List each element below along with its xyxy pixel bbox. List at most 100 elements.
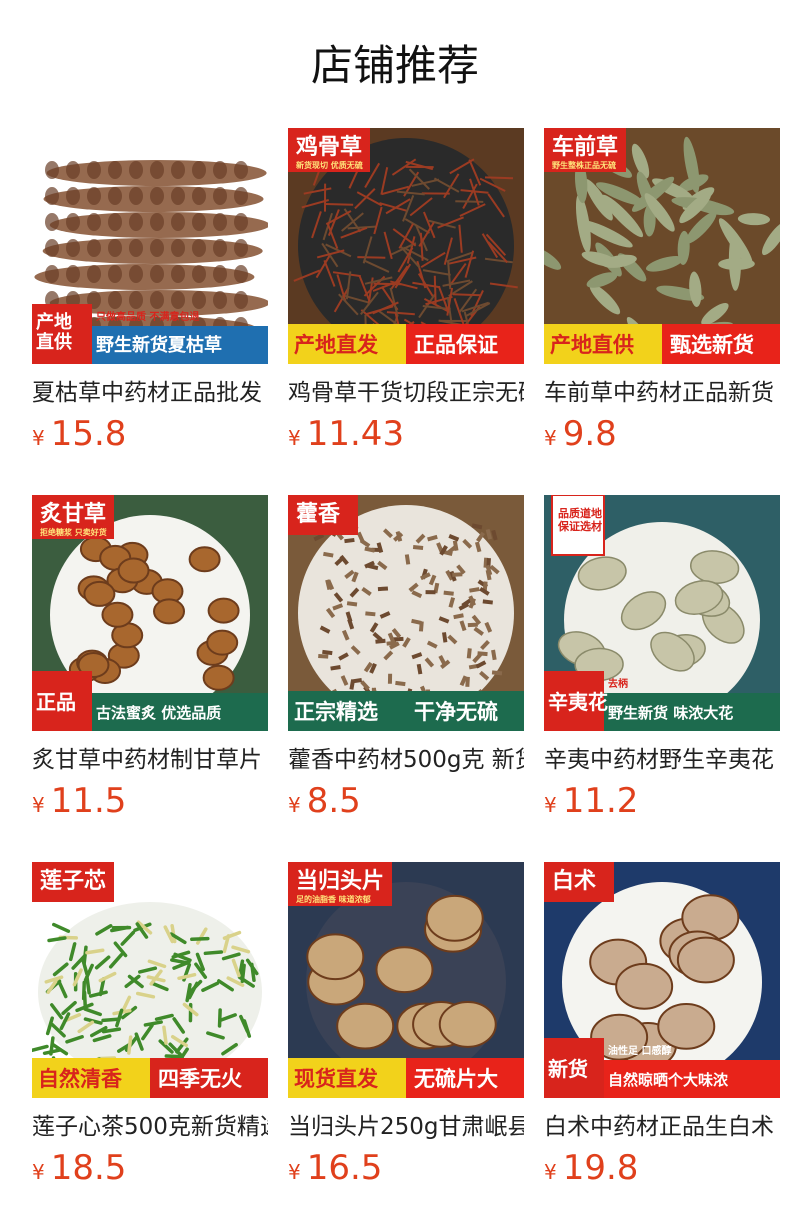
herb-scale <box>150 213 164 231</box>
herb-scale <box>192 161 206 179</box>
herb-piece <box>452 293 481 297</box>
herb-piece <box>395 530 403 542</box>
herb-piece <box>452 572 463 577</box>
banner-small-text: 只做高品质 不满意包退 <box>96 310 199 323</box>
product-card[interactable]: 鸡骨草 新货现切 优质无硫 产地直发 正品保证鸡骨草干货切段正宗无硫 ¥11.43 <box>288 128 524 495</box>
quality-tag-subtext: 道地选材 <box>580 506 602 533</box>
product-price: 9.8 <box>562 414 617 454</box>
product-image[interactable]: 品质保证 道地选材 辛夷花 去柄 野生新货 味浓大花 <box>544 495 780 731</box>
product-tag-text: 车前草 <box>552 134 618 160</box>
product-image[interactable]: 藿香 正宗精选 干净无硫 <box>288 495 524 731</box>
herb-scale <box>45 161 59 179</box>
herb-scale <box>171 291 185 309</box>
lotus-sprout <box>203 950 224 956</box>
product-card[interactable]: 炙甘草 拒绝糖浆 只卖好货 正品 古法蜜炙 优选品质 炙甘草中药材制甘草片 ¥11.5 <box>32 495 268 862</box>
herb-scale <box>87 265 101 283</box>
price-row: ¥15.8 <box>32 414 268 460</box>
herb-piece <box>376 542 384 553</box>
product-image[interactable]: 莲子芯 自然清香 四季无火 <box>32 862 268 1098</box>
product-image[interactable]: 白术 新货 油性足 口感醇 自然晾晒个大味浓 <box>544 862 780 1098</box>
product-name[interactable]: 白术中药材正品生白术 <box>544 1112 780 1142</box>
product-image[interactable]: 当归头片 足的油脂香 味道浓郁 现货直发 无硫片大 <box>288 862 524 1098</box>
product-image[interactable]: 产地直供 只做高品质 不满意包退野生新货夏枯草 <box>32 128 268 364</box>
product-card[interactable]: 白术 新货 油性足 口感醇 自然晾晒个大味浓 白术中药材正品生白术 ¥19.8 <box>544 862 780 1229</box>
herb-piece <box>323 551 334 558</box>
product-name[interactable]: 鸡骨草干货切段正宗无硫 <box>288 378 524 408</box>
product-card[interactable]: 莲子芯 自然清香 四季无火莲子心茶500克新货精选 ¥18.5 <box>32 862 268 1229</box>
badge-text: 正品 <box>36 690 76 714</box>
herb-piece <box>455 200 484 203</box>
product-card[interactable]: 当归头片 足的油脂香 味道浓郁 现货直发 无硫片大 当归头片250g甘肃岷县 ¥16.5 <box>288 862 524 1229</box>
herb-slice <box>117 557 150 584</box>
badge-text: 产地直供 <box>36 311 72 353</box>
herb-slice <box>336 1002 395 1050</box>
herb-scale <box>171 239 185 257</box>
lotus-sprout <box>85 948 105 955</box>
banner-text: 野生新货夏枯草 <box>96 334 222 356</box>
product-tag-subtext: 野生整株正品无硫 <box>552 160 616 170</box>
product-name[interactable]: 炙甘草中药材制甘草片 <box>32 745 268 775</box>
herb-piece <box>482 599 493 605</box>
product-tag-text: 莲子芯 <box>40 869 106 894</box>
herb-slice <box>153 598 186 625</box>
herb-piece <box>365 611 376 617</box>
herb-piece <box>325 202 354 206</box>
page-title: 店铺推荐 <box>310 41 479 90</box>
product-image[interactable]: 炙甘草 拒绝糖浆 只卖好货 正品 古法蜜炙 优选品质 <box>32 495 268 731</box>
product-name[interactable]: 藿香中药材500g克 新货 <box>288 745 524 775</box>
herb-scale <box>213 187 227 205</box>
herb-scale <box>45 239 59 257</box>
product-tag-text: 藿香 <box>296 502 340 527</box>
currency-symbol: ¥ <box>288 1160 301 1184</box>
product-name[interactable]: 车前草中药材正品新货 <box>544 378 780 408</box>
lotus-sprout <box>217 1008 222 1028</box>
price-row: ¥11.43 <box>288 414 524 460</box>
herb-scale <box>213 239 227 257</box>
price-row: ¥18.5 <box>32 1148 268 1194</box>
product-name[interactable]: 当归头片250g甘肃岷县 <box>288 1112 524 1142</box>
herb-piece <box>491 670 503 676</box>
product-name[interactable]: 辛夷中药材野生辛夷花 <box>544 745 780 775</box>
herb-piece <box>351 678 362 684</box>
herb-scale <box>192 213 206 231</box>
herb-piece <box>474 541 482 553</box>
product-price: 15.8 <box>50 414 127 454</box>
herb-scale <box>171 187 185 205</box>
product-card[interactable]: 品质保证 道地选材 辛夷花 去柄 野生新货 味浓大花 辛夷中药材野生辛夷花 ¥11.2 <box>544 495 780 862</box>
herb-scale <box>234 213 248 231</box>
herb-scale <box>108 161 122 179</box>
product-card[interactable]: 藿香 正宗精选 干净无硫 藿香中药材500g克 新货 ¥8.5 <box>288 495 524 862</box>
product-image-art: 品质保证道地选材辛夷花去柄野生新货 味浓大花 <box>544 495 780 731</box>
herb-piece <box>330 665 341 671</box>
herb-piece <box>491 529 498 541</box>
herb-piece <box>364 546 376 553</box>
lotus-sprout <box>82 990 88 1011</box>
price-row: ¥11.2 <box>544 781 780 827</box>
product-tag-text: 鸡骨草 <box>295 134 362 160</box>
product-tag-subtext: 拒绝糖浆 只卖好货 <box>40 527 107 537</box>
herb-scale <box>192 187 206 205</box>
product-image[interactable]: 鸡骨草 新货现切 优质无硫 产地直发 正品保证 <box>288 128 524 364</box>
product-card[interactable]: 产地直供 只做高品质 不满意包退野生新货夏枯草夏枯草中药材正品批发 ¥15.8 <box>32 128 268 495</box>
herb-piece <box>453 613 464 620</box>
product-image-art: 当归头片足的油脂香 味道浓郁现货直发 无硫片大 <box>288 862 524 1098</box>
badge-text: 辛夷花 <box>548 690 608 714</box>
herb-piece <box>465 676 470 687</box>
herb-slice <box>615 962 674 1010</box>
product-card[interactable]: 车前草 野生整株正品无硫 产地直供 甄选新货 车前草中药材正品新货 ¥9.8 <box>544 128 780 495</box>
herb-slice <box>438 1001 497 1048</box>
product-tag-text: 炙甘草 <box>40 501 106 527</box>
herb-scale <box>234 239 248 257</box>
product-image[interactable]: 车前草 野生整株正品无硫 产地直供 甄选新货 <box>544 128 780 364</box>
product-tag-text: 白术 <box>552 868 596 894</box>
herb-scale <box>234 161 248 179</box>
product-name[interactable]: 夏枯草中药材正品批发 <box>32 378 268 408</box>
product-image-art: 产地直供 只做高品质 不满意包退野生新货夏枯草 <box>32 128 268 364</box>
herb-piece <box>346 601 358 607</box>
product-name[interactable]: 莲子心茶500克新货精选 <box>32 1112 268 1142</box>
herb-piece <box>418 621 424 632</box>
banner-right-text: 无硫片大 <box>414 1067 498 1091</box>
herb-piece <box>471 523 483 530</box>
product-price: 8.5 <box>306 781 361 821</box>
herb-scale <box>213 213 227 231</box>
